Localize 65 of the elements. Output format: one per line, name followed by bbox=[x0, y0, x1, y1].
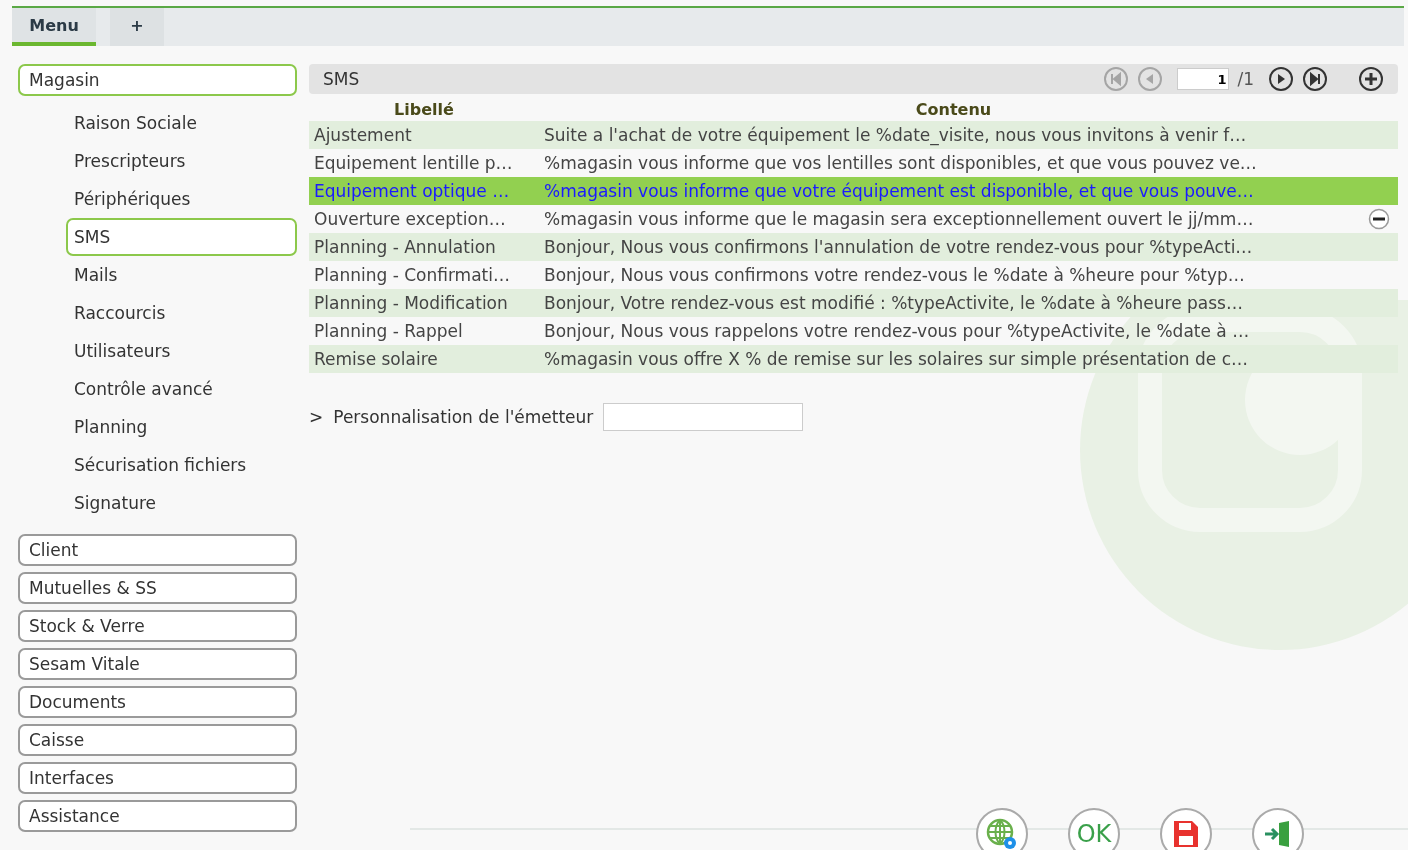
sidebar-item[interactable]: Planning bbox=[66, 408, 297, 446]
page-field[interactable]: 1 bbox=[1177, 68, 1230, 90]
menu-tab[interactable]: + bbox=[110, 8, 164, 46]
sidebar-item[interactable]: Raccourcis bbox=[66, 294, 297, 332]
table-cell-text: Planning - Rappel bbox=[313, 320, 464, 343]
sidebar-group[interactable]: Mutuelles & SS bbox=[18, 572, 297, 604]
table-cell-text: %magasin vous informe que vos lentilles sont disponibles, et que vous pouvez ve… bbox=[543, 152, 1258, 175]
table-cell-text: Planning - Annulation bbox=[313, 236, 497, 259]
table-cell-text: Remise solaire bbox=[313, 348, 439, 371]
sender-label: Personnalisation de l'émetteur bbox=[333, 407, 594, 427]
table-cell-text: Planning - Modification bbox=[313, 292, 509, 315]
table-row[interactable]: Equipement lentille p… %magasin vous informe que vos lentilles sont disponibles, et que vous pouvez ve… bbox=[309, 149, 1398, 177]
table-row[interactable]: Remise solaire %magasin vous offre X % de remise sur les solaires sur simple présentation de c… bbox=[309, 345, 1398, 373]
sender-field[interactable] bbox=[603, 403, 804, 431]
table-cell-text: Equipement optique … bbox=[313, 180, 511, 203]
sidebar-item[interactable]: Prescripteurs bbox=[66, 142, 297, 180]
sidebar-item[interactable]: Contrôle avancé bbox=[66, 370, 297, 408]
sidebar-item[interactable]: Signature bbox=[66, 484, 297, 522]
sidebar-item[interactable]: Sécurisation fichiers bbox=[66, 446, 297, 484]
table-cell-text: Planning - Confirmati… bbox=[313, 264, 511, 287]
remove-icon[interactable] bbox=[1368, 208, 1390, 230]
exit-button[interactable] bbox=[1252, 808, 1304, 850]
save-button[interactable] bbox=[1160, 808, 1212, 850]
table-row[interactable]: Ajustement Suite a l'achat de votre équipement le %date_visite, nous vous invitons à venir f… bbox=[309, 121, 1398, 149]
sidebar-group[interactable]: Sesam Vitale bbox=[18, 648, 297, 680]
table-cell-text: Bonjour, Nous vous confirmons l'annulation de votre rendez-vous pour %typeActi… bbox=[543, 236, 1254, 259]
sidebar-group[interactable]: Documents bbox=[18, 686, 297, 718]
sidebar-item[interactable]: Mails bbox=[66, 256, 297, 294]
sidebar-group[interactable]: Client bbox=[18, 534, 297, 566]
next-page-icon[interactable] bbox=[1268, 66, 1294, 92]
page-total: /1 bbox=[1237, 69, 1254, 89]
table-cell-text: Bonjour, Nous vous confirmons votre rendez-vous le %date à %heure pour %typ… bbox=[543, 264, 1246, 287]
table-row[interactable]: Equipement optique … %magasin vous informe que votre équipement est disponible, et que vous pouve… bbox=[309, 177, 1398, 205]
last-page-icon[interactable] bbox=[1302, 66, 1328, 92]
table-row[interactable]: Ouverture exception… %magasin vous informe que le magasin sera exceptionnellement ouvert le jj/mm… bbox=[309, 205, 1398, 233]
table-row[interactable]: Planning - Confirmati… Bonjour, Nous vous confirmons votre rendez-vous le %date à %heure pour %typ… bbox=[309, 261, 1398, 289]
sidebar-group[interactable]: Magasin bbox=[18, 64, 297, 96]
column-header: Contenu bbox=[914, 99, 993, 121]
table-cell-text: Ajustement bbox=[313, 124, 413, 147]
expand-marker[interactable]: > bbox=[309, 407, 324, 427]
sidebar-group[interactable]: Caisse bbox=[18, 724, 297, 756]
table-row[interactable]: Planning - Rappel Bonjour, Nous vous rappelons votre rendez-vous pour %typeActivite, le %date à … bbox=[309, 317, 1398, 345]
sidebar-item[interactable]: Périphériques bbox=[66, 180, 297, 218]
table-cell-text: Bonjour, Nous vous rappelons votre rendez-vous pour %typeActivite, le %date à … bbox=[543, 320, 1251, 343]
sidebar-item[interactable]: SMS bbox=[66, 218, 297, 256]
sidebar-item[interactable]: Utilisateurs bbox=[66, 332, 297, 370]
add-icon[interactable] bbox=[1358, 66, 1384, 92]
sidebar-item[interactable]: Raison Sociale bbox=[66, 104, 297, 142]
table-row[interactable]: Planning - Annulation Bonjour, Nous vous confirmons l'annulation de votre rendez-vous pour %typeActi… bbox=[309, 233, 1398, 261]
table-cell-text: %magasin vous informe que votre équipement est disponible, et que vous pouve… bbox=[543, 180, 1255, 203]
globe-gear-icon bbox=[985, 817, 1019, 850]
globe-gear-button[interactable] bbox=[976, 808, 1028, 850]
menu-tab[interactable]: Menu bbox=[12, 8, 96, 46]
table-cell-text: Ouverture exception… bbox=[313, 208, 507, 231]
table-cell-text: Equipement lentille p… bbox=[313, 152, 514, 175]
sidebar-group[interactable]: Stock & Verre bbox=[18, 610, 297, 642]
table-cell-text: Bonjour, Votre rendez-vous est modifié : %typeActivite, le %date à %heure pass… bbox=[543, 292, 1244, 315]
table-cell-text: Suite a l'achat de votre équipement le %date_visite, nous vous invitons à venir f… bbox=[543, 124, 1248, 148]
panel-title: SMS bbox=[323, 69, 361, 89]
table-cell-text: %magasin vous offre X % de remise sur les solaires sur simple présentation de c… bbox=[543, 348, 1249, 371]
column-header: Libellé bbox=[393, 99, 455, 121]
sidebar-group[interactable]: Interfaces bbox=[18, 762, 297, 794]
sidebar-group[interactable]: Assistance bbox=[18, 800, 297, 832]
table-cell-text: %magasin vous informe que le magasin sera exceptionnellement ouvert le jj/mm… bbox=[543, 208, 1255, 231]
table-row[interactable]: Planning - Modification Bonjour, Votre rendez-vous est modifié : %typeActivite, le %date à %heure pass… bbox=[309, 289, 1398, 317]
